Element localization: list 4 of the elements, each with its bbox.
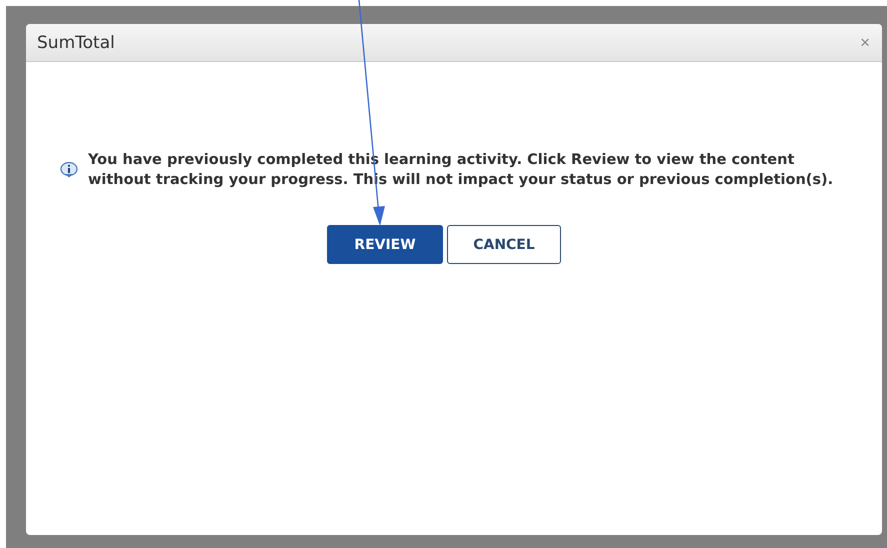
info-icon — [60, 162, 78, 178]
cancel-button[interactable]: CANCEL — [447, 225, 561, 264]
dialog-title: SumTotal — [37, 32, 115, 52]
review-button[interactable]: REVIEW — [327, 225, 443, 264]
